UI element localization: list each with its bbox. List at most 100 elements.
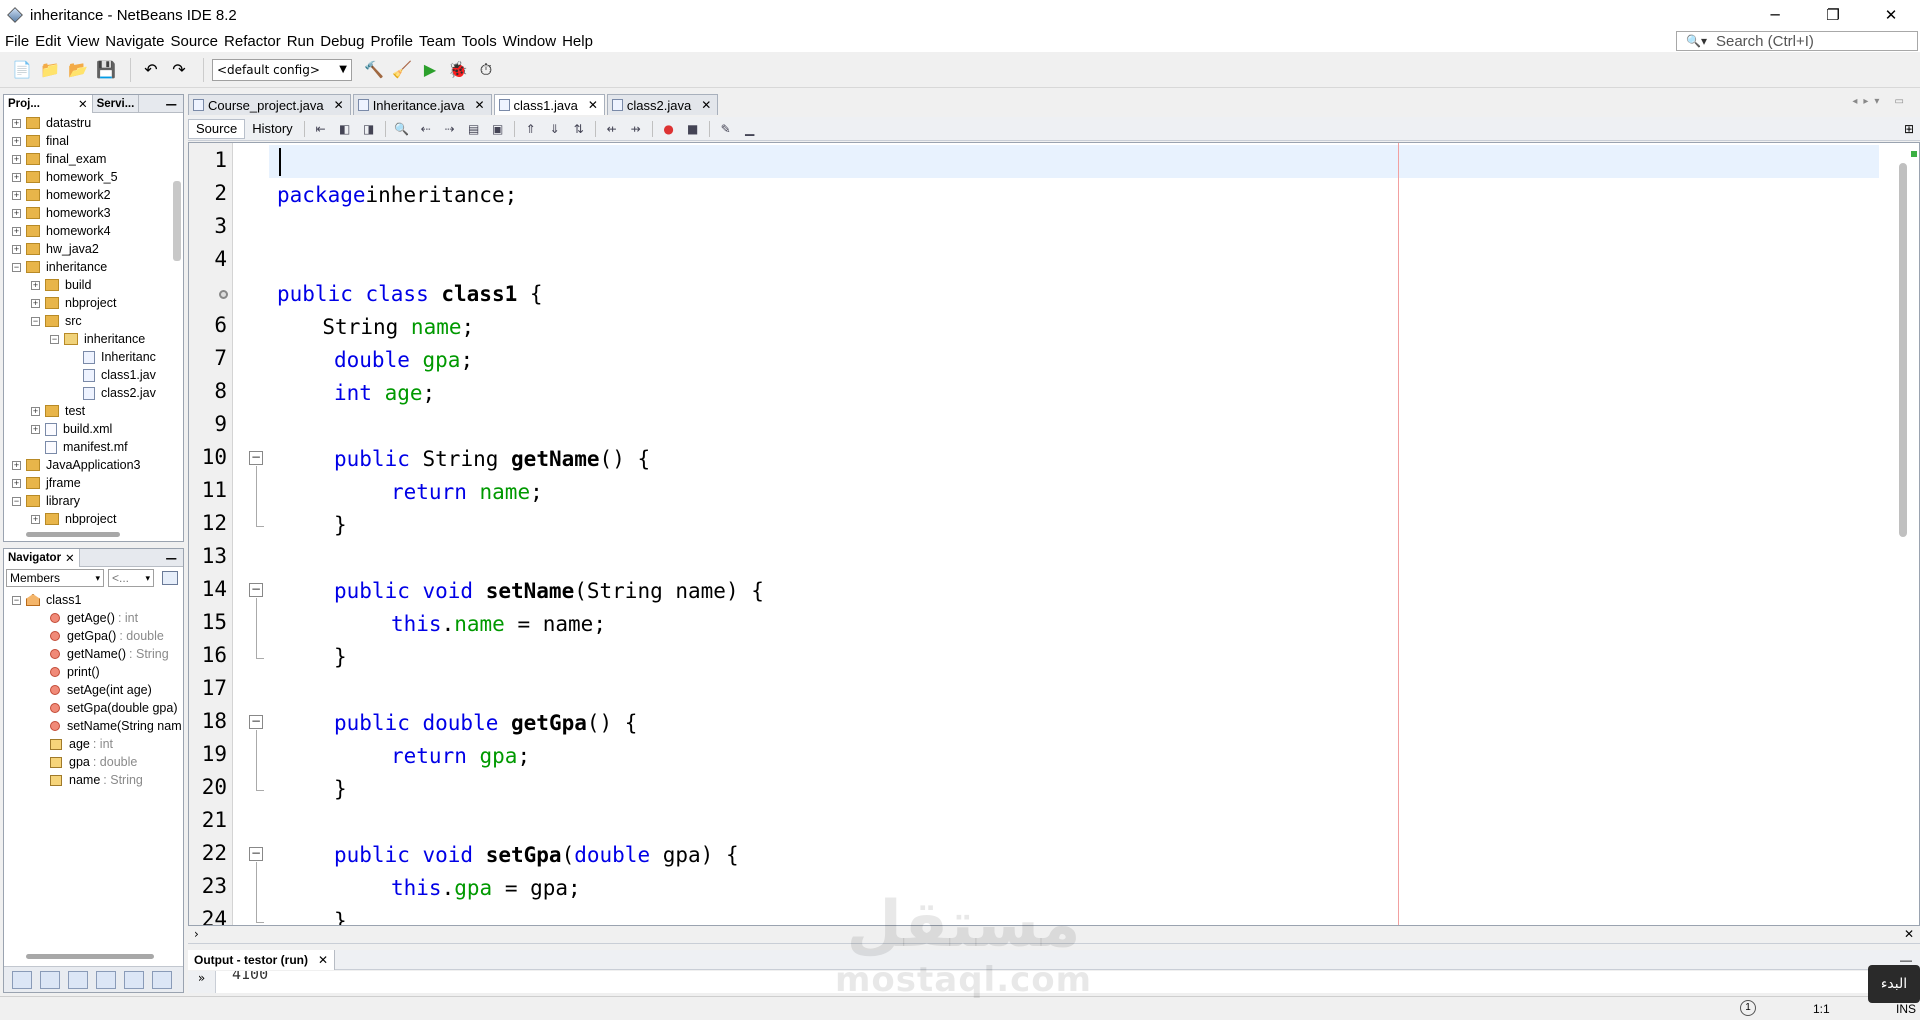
new-project-icon[interactable]: 📁 — [38, 58, 62, 82]
collapse-icon[interactable]: − — [31, 316, 40, 326]
close-icon[interactable]: ✕ — [474, 98, 484, 112]
expand-icon[interactable]: + — [31, 406, 40, 416]
sort-icon[interactable] — [152, 970, 172, 989]
navigator-class-node[interactable]: − class1 — [4, 591, 183, 609]
tab-inheritance[interactable]: Inheritance.java ✕ — [352, 94, 492, 115]
tree-node[interactable]: + homework4 — [4, 222, 171, 240]
minimize-button[interactable]: ─ — [1746, 0, 1804, 30]
navigator-member[interactable]: getName(): String — [4, 645, 183, 663]
expand-icon[interactable]: + — [31, 514, 40, 524]
tree-node[interactable]: + nbproject — [4, 294, 171, 312]
menu-team[interactable]: Team — [414, 33, 456, 50]
notifications-icon[interactable]: 1 — [1740, 1000, 1756, 1016]
tree-node[interactable]: manifest.mf — [4, 438, 171, 456]
expand-icon[interactable]: + — [12, 478, 21, 488]
menu-source[interactable]: Source — [165, 33, 218, 50]
fold-collapse-icon[interactable]: − — [249, 451, 263, 465]
navigator-member[interactable]: gpa: double — [4, 753, 183, 771]
expand-icon[interactable]: + — [12, 226, 21, 236]
menu-profile[interactable]: Profile — [365, 33, 413, 50]
tab-navigator[interactable]: Navigator ✕ — [4, 548, 80, 567]
editor-vertical-scrollbar[interactable] — [1899, 163, 1907, 537]
expand-icon[interactable]: + — [12, 460, 21, 470]
build-hammer-icon[interactable]: 🔨 — [362, 58, 386, 82]
tab-output[interactable]: Output - testor (run) ✕ — [188, 949, 336, 970]
undo-icon[interactable]: ↶ — [139, 58, 163, 82]
menu-run[interactable]: Run — [282, 33, 315, 50]
tree-node[interactable]: + final_exam — [4, 150, 171, 168]
filter-inherited-icon[interactable] — [12, 970, 32, 989]
navigator-member[interactable]: setGpa(double gpa) — [4, 699, 183, 717]
run-icon[interactable]: ▶ — [418, 58, 442, 82]
fold-collapse-icon[interactable]: − — [249, 583, 263, 597]
navigator-options-icon[interactable] — [162, 571, 178, 585]
menu-view[interactable]: View — [62, 33, 99, 50]
find-previous-icon[interactable]: ⇠ — [417, 121, 435, 137]
members-select[interactable]: Members ▾ — [6, 569, 104, 587]
scope-select[interactable]: <... ▾ — [108, 569, 154, 587]
tab-class1[interactable]: class1.java ✕ — [493, 94, 605, 115]
filter-static-icon[interactable] — [68, 970, 88, 989]
menu-window[interactable]: Window — [498, 33, 556, 50]
tree-node[interactable]: − library — [4, 492, 171, 510]
split-editor-icon[interactable]: ⊞ — [1904, 122, 1914, 136]
find-next-icon[interactable]: ⇢ — [441, 121, 459, 137]
previous-bookmark-icon[interactable]: ⇑ — [522, 121, 540, 137]
collapse-icon[interactable]: − — [12, 595, 21, 605]
menu-debug[interactable]: Debug — [315, 33, 364, 50]
tree-node[interactable]: class2.jav — [4, 384, 171, 402]
find-icon[interactable]: 🔍 — [393, 121, 411, 137]
tree-node[interactable]: − src — [4, 312, 171, 330]
close-icon[interactable]: ✕ — [701, 98, 711, 112]
horizontal-scrollbar[interactable] — [26, 954, 154, 959]
tree-node[interactable]: + build — [4, 276, 171, 294]
navigator-member[interactable]: print() — [4, 663, 183, 681]
restore-button[interactable]: ❐ — [1804, 0, 1862, 30]
tab-projects[interactable]: Proj... ✕ — [4, 94, 93, 113]
output-console[interactable]: » 4100 — [188, 971, 1920, 993]
navigator-member[interactable]: getAge(): int — [4, 609, 183, 627]
profile-icon[interactable]: ⏱ — [474, 58, 498, 82]
navigator-member[interactable]: age: int — [4, 735, 183, 753]
close-icon[interactable]: ✕ — [334, 98, 344, 112]
close-breadcrumb-icon[interactable]: ✕ — [1904, 927, 1914, 941]
navigator-member[interactable]: setAge(int age) — [4, 681, 183, 699]
menu-refactor[interactable]: Refactor — [219, 33, 281, 50]
stop-macro-icon[interactable]: ■ — [684, 121, 702, 137]
filter-fields-icon[interactable] — [40, 970, 60, 989]
new-file-icon[interactable]: 📄 — [10, 58, 34, 82]
close-icon[interactable]: ✕ — [65, 551, 75, 565]
navigator-member[interactable]: name: String — [4, 771, 183, 789]
expand-icon[interactable]: + — [12, 118, 21, 128]
tree-node[interactable]: + final — [4, 132, 171, 150]
expand-icon[interactable]: + — [12, 208, 21, 218]
code-editor[interactable]: 1 2 3 4 6 7 8 9 10 11 12 13 14 15 16 17 18 19 20 21 22 23 24 −… — [188, 142, 1920, 926]
toggle-highlight-icon[interactable]: ▤ — [465, 121, 483, 137]
filter-nonpublic-icon[interactable] — [96, 970, 116, 989]
tree-node[interactable]: − inheritance — [4, 330, 171, 348]
forward-icon[interactable]: ◨ — [360, 121, 378, 137]
collapse-icon[interactable]: − — [12, 496, 21, 506]
tab-course-project[interactable]: Course_project.java ✕ — [188, 94, 351, 115]
expand-icon[interactable]: + — [12, 154, 21, 164]
tab-history[interactable]: History — [245, 119, 299, 139]
collapse-icon[interactable]: − — [12, 262, 21, 272]
vertical-scrollbar[interactable] — [173, 181, 181, 261]
fold-collapse-icon[interactable]: − — [249, 715, 263, 729]
tree-node[interactable]: − inheritance — [4, 258, 171, 276]
search-field[interactable]: 🔍▾ Search (Ctrl+I) — [1676, 31, 1918, 51]
output-rerun-icon[interactable]: » — [188, 971, 216, 993]
close-button[interactable]: ✕ — [1862, 0, 1920, 30]
expand-icon[interactable]: + — [31, 298, 40, 308]
start-macro-icon[interactable]: ● — [660, 121, 678, 137]
tab-navigation-arrows-icon[interactable]: ◂▸▾ ▭ — [1852, 96, 1910, 107]
tree-node[interactable]: + hw_java2 — [4, 240, 171, 258]
menu-edit[interactable]: Edit — [30, 33, 61, 50]
shift-left-icon[interactable]: ⇷ — [603, 121, 621, 137]
tab-services[interactable]: Servi... — [93, 94, 140, 113]
collapse-icon[interactable]: − — [50, 334, 59, 344]
tree-node[interactable]: + nbproject — [4, 510, 171, 525]
minimize-panel-icon[interactable]: — — [166, 97, 184, 111]
code-area[interactable]: packageinheritance; public class class1 {… — [277, 143, 1919, 925]
tab-class2[interactable]: class2.java ✕ — [606, 94, 719, 115]
